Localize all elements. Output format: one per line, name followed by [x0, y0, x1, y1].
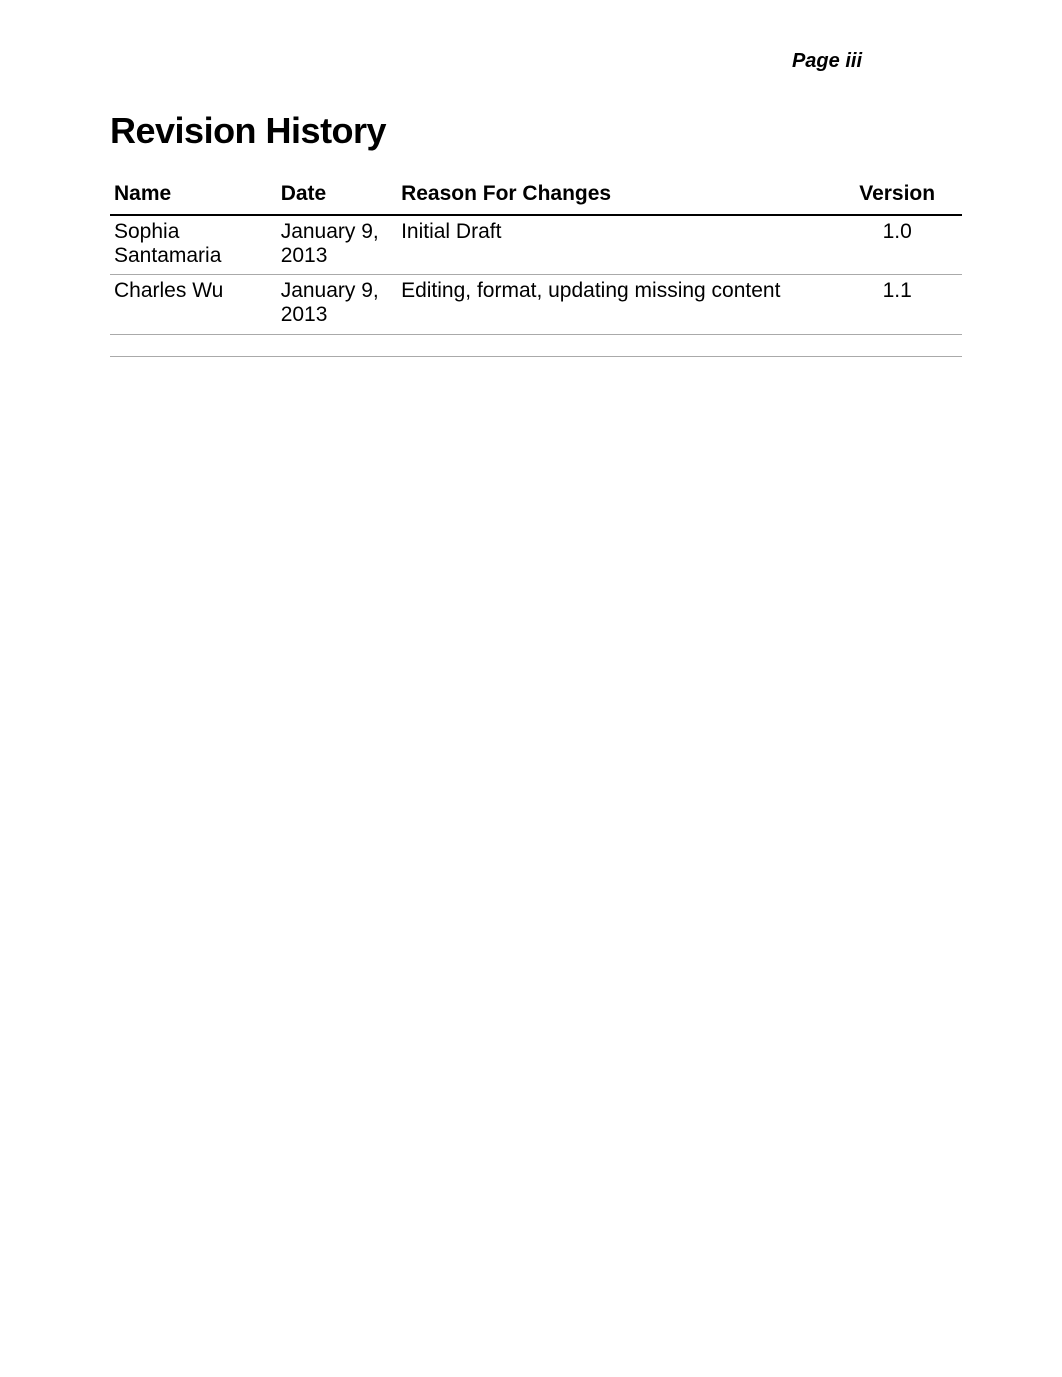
cell-empty [277, 334, 397, 356]
page-number: Page iii [792, 50, 862, 73]
cell-reason: Editing, format, updating missing conten… [397, 275, 832, 334]
page-title: Revision History [110, 110, 962, 152]
table-row-empty [110, 356, 962, 378]
cell-version: 1.0 [832, 215, 962, 275]
table-row-empty [110, 334, 962, 356]
header-reason: Reason For Changes [397, 176, 832, 215]
header-date: Date [277, 176, 397, 215]
cell-reason: Initial Draft [397, 215, 832, 275]
cell-empty [832, 356, 962, 378]
document-content: Revision History Name Date Reason For Ch… [0, 0, 1062, 378]
cell-empty [110, 356, 277, 378]
table-header-row: Name Date Reason For Changes Version [110, 176, 962, 215]
header-version: Version [832, 176, 962, 215]
cell-version: 1.1 [832, 275, 962, 334]
header-name: Name [110, 176, 277, 215]
cell-name: Charles Wu [110, 275, 277, 334]
cell-date: January 9, 2013 [277, 215, 397, 275]
cell-empty [832, 334, 962, 356]
cell-empty [110, 334, 277, 356]
cell-empty [277, 356, 397, 378]
cell-name: Sophia Santamaria [110, 215, 277, 275]
table-row: Sophia Santamaria January 9, 2013 Initia… [110, 215, 962, 275]
cell-empty [397, 356, 832, 378]
cell-date: January 9, 2013 [277, 275, 397, 334]
cell-empty [397, 334, 832, 356]
revision-history-table: Name Date Reason For Changes Version Sop… [110, 176, 962, 378]
table-row: Charles Wu January 9, 2013 Editing, form… [110, 275, 962, 334]
